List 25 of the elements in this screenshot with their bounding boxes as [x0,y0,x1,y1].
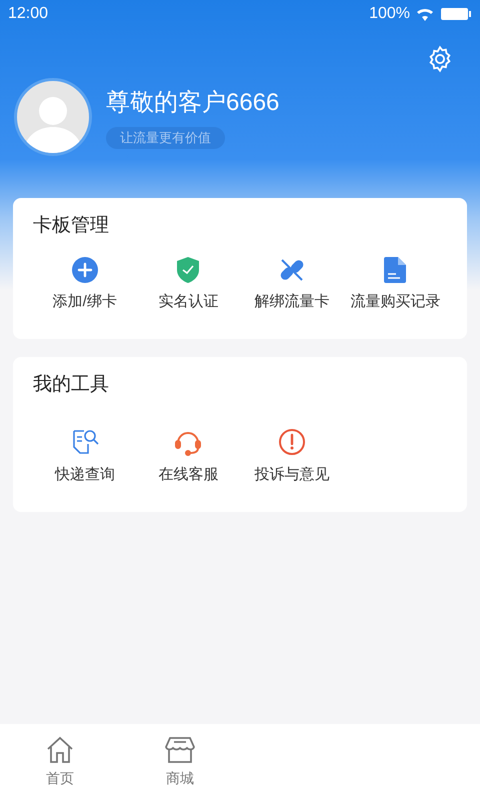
status-time: 12:00 [8,4,48,24]
document-icon [384,256,406,282]
store-icon [165,736,195,764]
battery-percent: 100% [369,4,410,24]
battery-icon [440,7,472,21]
broken-link-icon [278,256,305,282]
tab-item[interactable]: 首页 [0,736,120,789]
tool-item[interactable]: 投诉与意见 [240,428,344,486]
document-search-icon [70,428,99,456]
section-title: 卡板管理 [33,214,110,238]
slogan-tag: 让流量更有价值 [106,127,225,149]
tool-item[interactable]: 在线客服 [136,428,240,486]
home-icon [46,736,74,764]
alert-circle-icon [278,428,306,456]
section-title: 我的工具 [33,373,110,397]
tool-item[interactable]: 解绑流量卡 [240,256,344,313]
shield-check-icon [176,256,200,282]
wifi-icon [416,7,434,21]
tool-item[interactable]: 实名认证 [136,256,240,313]
tab-item[interactable]: 商城 [120,736,240,789]
tool-item[interactable]: 快递查询 [33,428,136,486]
user-name: 尊敬的客户6666 [106,88,280,118]
tool-item[interactable]: 添加/绑卡 [33,256,136,313]
plus-circle-icon [72,256,98,282]
tool-item[interactable]: 流量购买记录 [344,256,447,313]
